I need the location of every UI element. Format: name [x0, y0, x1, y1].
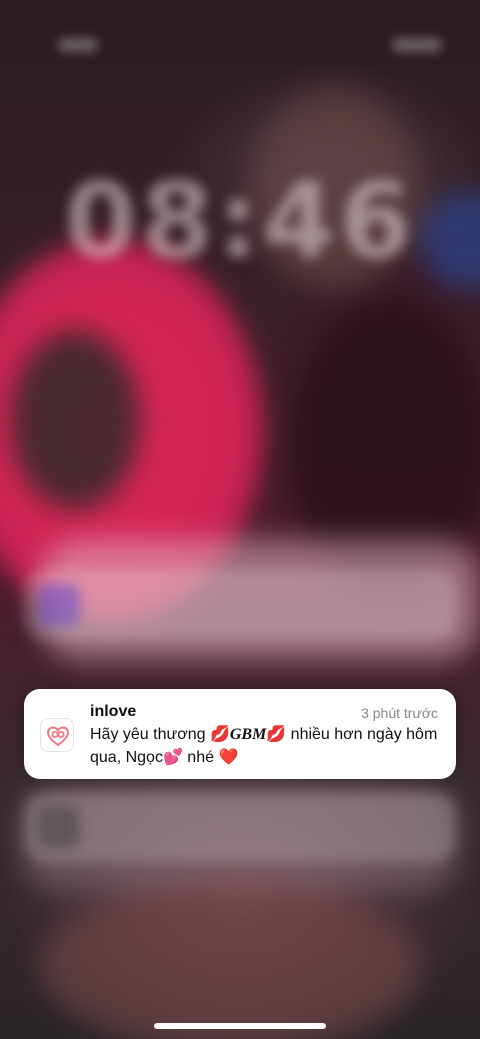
blurred-app-icon — [38, 584, 80, 626]
message-bold-name: GBM — [229, 726, 267, 743]
status-bar-time — [58, 38, 98, 52]
inlove-heart-icon — [40, 718, 74, 752]
blurred-app-icon — [38, 806, 80, 848]
notification-timestamp: 3 phút trước — [361, 705, 438, 721]
blurred-notification-bottom — [24, 792, 456, 862]
lock-screen: 08:46 inlove 3 phút trước Hãy yêu thương… — [0, 0, 480, 1039]
notification-message: Hãy yêu thương 💋GBM💋 nhiều hơn ngày hôm … — [90, 723, 446, 769]
red-heart-emoji: ❤️ — [218, 747, 239, 766]
kiss-emoji: 💋 — [266, 724, 287, 743]
kiss-emoji: 💋 — [209, 724, 230, 743]
notification-app-name: inlove — [90, 703, 137, 720]
status-bar — [0, 0, 480, 60]
home-indicator[interactable] — [154, 1023, 326, 1029]
message-text-1: Hãy yêu thương — [90, 726, 210, 743]
message-text-3: nhé — [182, 749, 219, 766]
hearts-emoji: 💕 — [162, 747, 183, 766]
blurred-notification-top — [24, 570, 456, 640]
lockscreen-clock: 08:46 — [64, 160, 416, 282]
notification-card[interactable]: inlove 3 phút trước Hãy yêu thương 💋GBM💋… — [24, 689, 456, 779]
status-bar-indicators — [392, 38, 442, 52]
wallpaper-background — [0, 0, 480, 1039]
